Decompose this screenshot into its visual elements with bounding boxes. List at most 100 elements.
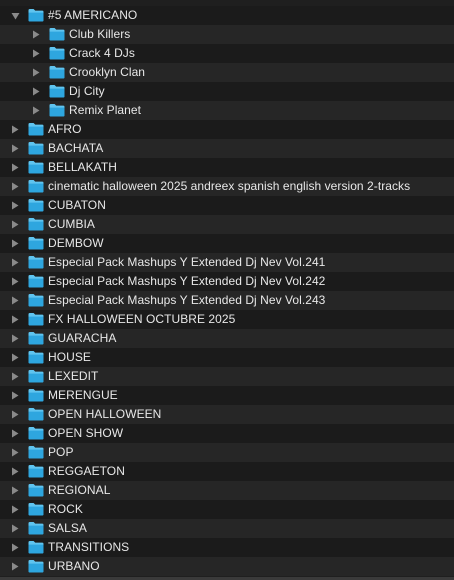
disclosure-triangle-right-icon[interactable] — [9, 424, 21, 443]
folder-label: SALSA — [48, 521, 87, 535]
folder-row-5[interactable]: CUBATON — [0, 196, 454, 215]
folder-row-11[interactable]: FX HALLOWEEN OCTUBRE 2025 — [0, 310, 454, 329]
folder-row-13[interactable]: HOUSE — [0, 348, 454, 367]
folder-row-16[interactable]: OPEN HALLOWEEN — [0, 405, 454, 424]
folder-icon — [49, 103, 65, 117]
folder-label: MERENGUE — [48, 388, 118, 402]
folder-icon — [28, 502, 44, 516]
disclosure-triangle-right-icon[interactable] — [9, 291, 21, 310]
folder-icon — [28, 559, 44, 573]
folder-icon — [28, 388, 44, 402]
folder-row-0-3[interactable]: Dj City — [0, 82, 454, 101]
folder-row-0[interactable]: #5 AMERICANO — [0, 6, 454, 25]
folder-row-6[interactable]: CUMBIA — [0, 215, 454, 234]
disclosure-triangle-right-icon[interactable] — [9, 500, 21, 519]
folder-label: Club Killers — [69, 27, 131, 41]
disclosure-triangle-right-icon[interactable] — [30, 101, 42, 120]
disclosure-triangle-right-icon[interactable] — [9, 310, 21, 329]
folder-row-21[interactable]: ROCK — [0, 500, 454, 519]
folder-label: #5 AMERICANO — [48, 8, 138, 22]
folder-row-15[interactable]: MERENGUE — [0, 386, 454, 405]
disclosure-triangle-right-icon[interactable] — [9, 234, 21, 253]
disclosure-triangle-right-icon[interactable] — [9, 481, 21, 500]
folder-label: DEMBOW — [48, 236, 104, 250]
folder-row-18[interactable]: POP — [0, 443, 454, 462]
folder-row-0-0[interactable]: Club Killers — [0, 25, 454, 44]
folder-icon — [28, 236, 44, 250]
folder-icon — [28, 293, 44, 307]
folder-icon — [28, 198, 44, 212]
disclosure-triangle-right-icon[interactable] — [9, 253, 21, 272]
folder-icon — [28, 8, 44, 22]
disclosure-triangle-right-icon[interactable] — [9, 462, 21, 481]
folder-label: CUBATON — [48, 198, 106, 212]
folder-row-8[interactable]: Especial Pack Mashups Y Extended Dj Nev … — [0, 253, 454, 272]
folder-icon — [28, 445, 44, 459]
disclosure-triangle-right-icon[interactable] — [9, 348, 21, 367]
folder-icon — [49, 65, 65, 79]
folder-label: OPEN SHOW — [48, 426, 124, 440]
folder-icon — [49, 27, 65, 41]
disclosure-triangle-right-icon[interactable] — [9, 386, 21, 405]
disclosure-triangle-right-icon[interactable] — [9, 120, 21, 139]
folder-label: AFRO — [48, 122, 82, 136]
folder-icon — [28, 350, 44, 364]
folder-icon — [28, 521, 44, 535]
folder-row-4[interactable]: cinematic halloween 2025 andreex spanish… — [0, 177, 454, 196]
folder-row-14[interactable]: LEXEDIT — [0, 367, 454, 386]
folder-row-0-2[interactable]: Crooklyn Clan — [0, 63, 454, 82]
folder-icon — [28, 179, 44, 193]
folder-label: Especial Pack Mashups Y Extended Dj Nev … — [48, 255, 326, 269]
disclosure-triangle-right-icon[interactable] — [9, 557, 21, 576]
folder-icon — [28, 331, 44, 345]
disclosure-triangle-right-icon[interactable] — [9, 177, 21, 196]
folder-icon — [49, 46, 65, 60]
disclosure-triangle-right-icon[interactable] — [30, 82, 42, 101]
folder-row-17[interactable]: OPEN SHOW — [0, 424, 454, 443]
folder-label: OPEN HALLOWEEN — [48, 407, 162, 421]
folder-icon — [28, 426, 44, 440]
folder-row-22[interactable]: SALSA — [0, 519, 454, 538]
folder-label: Especial Pack Mashups Y Extended Dj Nev … — [48, 274, 326, 288]
folder-label: FX HALLOWEEN OCTUBRE 2025 — [48, 312, 236, 326]
folder-label: Remix Planet — [69, 103, 141, 117]
disclosure-triangle-down-icon[interactable] — [9, 6, 21, 25]
folder-row-9[interactable]: Especial Pack Mashups Y Extended Dj Nev … — [0, 272, 454, 291]
disclosure-triangle-right-icon[interactable] — [9, 196, 21, 215]
disclosure-triangle-right-icon[interactable] — [9, 329, 21, 348]
folder-label: REGIONAL — [48, 483, 111, 497]
disclosure-triangle-right-icon[interactable] — [9, 139, 21, 158]
disclosure-triangle-right-icon[interactable] — [9, 367, 21, 386]
disclosure-triangle-right-icon[interactable] — [9, 405, 21, 424]
folder-row-1[interactable]: AFRO — [0, 120, 454, 139]
folder-row-0-4[interactable]: Remix Planet — [0, 101, 454, 120]
disclosure-triangle-right-icon[interactable] — [9, 519, 21, 538]
folder-row-2[interactable]: BACHATA — [0, 139, 454, 158]
folder-row-19[interactable]: REGGAETON — [0, 462, 454, 481]
disclosure-triangle-right-icon[interactable] — [30, 25, 42, 44]
folder-row-24[interactable]: URBANO — [0, 557, 454, 576]
disclosure-triangle-right-icon[interactable] — [30, 63, 42, 82]
folder-icon — [28, 160, 44, 174]
disclosure-triangle-right-icon[interactable] — [9, 538, 21, 557]
folder-row-7[interactable]: DEMBOW — [0, 234, 454, 253]
folder-icon — [28, 274, 44, 288]
folder-row-12[interactable]: GUARACHA — [0, 329, 454, 348]
folder-label: Especial Pack Mashups Y Extended Dj Nev … — [48, 293, 326, 307]
folder-row-0-1[interactable]: Crack 4 DJs — [0, 44, 454, 63]
folder-row-23[interactable]: TRANSITIONS — [0, 538, 454, 557]
folder-row-20[interactable]: REGIONAL — [0, 481, 454, 500]
disclosure-triangle-right-icon[interactable] — [30, 44, 42, 63]
disclosure-triangle-right-icon[interactable] — [9, 443, 21, 462]
folder-row-10[interactable]: Especial Pack Mashups Y Extended Dj Nev … — [0, 291, 454, 310]
disclosure-triangle-right-icon[interactable] — [9, 272, 21, 291]
folder-label: LEXEDIT — [48, 369, 99, 383]
folder-label: URBANO — [48, 559, 100, 573]
disclosure-triangle-right-icon[interactable] — [9, 215, 21, 234]
folder-icon — [28, 312, 44, 326]
disclosure-triangle-right-icon[interactable] — [9, 158, 21, 177]
folder-icon — [28, 369, 44, 383]
folder-row-3[interactable]: BELLAKATH — [0, 158, 454, 177]
folder-label: POP — [48, 445, 74, 459]
folder-label: BELLAKATH — [48, 160, 117, 174]
